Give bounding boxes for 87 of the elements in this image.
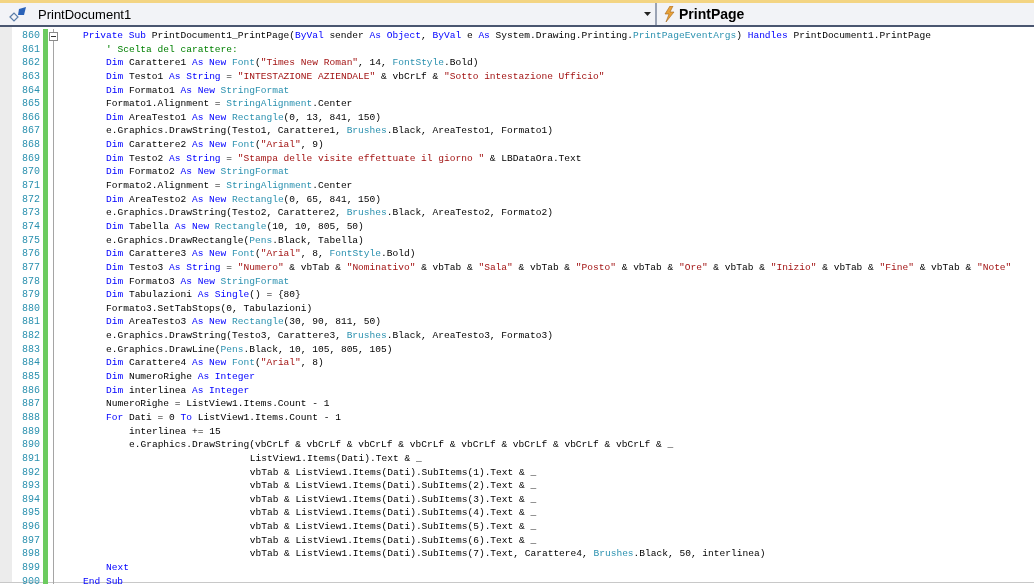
collapse-icon[interactable]: [49, 32, 58, 41]
line-number: 871: [21, 179, 41, 193]
code-line: vbTab & ListView1.Items(Dati).SubItems(3).Text & _: [249, 492, 537, 507]
line-number: 881: [21, 315, 41, 330]
code-line: Dim Formato1 As New StringFormat: [106, 83, 290, 98]
line-number: 897: [21, 533, 41, 548]
code-line: Dim interlinea As Integer: [106, 383, 250, 398]
code-line: e.Graphics.DrawString(Testo3, Carattere3, Brushes.Black, AreaTesto3, Formato3): [106, 329, 553, 343]
code-line: e.Graphics.DrawString(vbCrLf & vbCrLf & vbCrLf & vbCrLf & vbCrLf & vbCrLf & vbCrLf & vbCrLf & _: [129, 438, 674, 452]
code-line: vbTab & ListView1.Items(Dati).SubItems(5).Text & _: [249, 520, 537, 534]
line-number: 879: [21, 288, 41, 302]
code-line: Dim Formato3 As New StringFormat: [106, 274, 290, 289]
line-number: 900: [21, 574, 41, 584]
line-number: 866: [21, 110, 41, 125]
line-number: 885: [21, 370, 41, 384]
code-line: vbTab & ListView1.Items(Dati).SubItems(7).Text, Carattere4, Brushes.Black, 50, interlinea): [249, 547, 766, 561]
line-number: 872: [21, 192, 41, 207]
line-number: 875: [21, 233, 41, 248]
code-line: Dim Carattere4 As New Font("Arial", 8): [106, 356, 324, 370]
code-line: End Sub: [83, 574, 124, 584]
code-line: e.Graphics.DrawRectangle(Pens.Black, Tabella): [106, 233, 364, 248]
code-line: Dim AreaTesto2 As New Rectangle(0, 65, 841, 150): [106, 192, 381, 207]
code-line: Dim Tabella As New Rectangle(10, 10, 805, 50): [106, 219, 364, 234]
class-dropdown[interactable]: PrintDocument1: [0, 3, 657, 25]
line-number: 865: [21, 97, 41, 111]
code-line: Dim Testo3 As String = "Numero" & vbTab & "Nominativo" & vbTab & "Sala" & vbTab & "Posto" & vbTab & "Ore" & vbTab & "Inizio" & vbTab & "Fine" & vbTab & "Note": [106, 260, 1012, 275]
code-line: Dim Testo1 As String = "INTESTAZIONE AZIENDALE" & vbCrLf & "Sotto intestazione Ufficio": [106, 69, 605, 84]
code-line: ' Scelta del carattere:: [106, 42, 238, 57]
code-line: ListView1.Items(Dati).Text & _: [249, 451, 422, 466]
line-number: 893: [21, 479, 41, 493]
line-number: 898: [21, 547, 41, 561]
line-number: 878: [21, 274, 41, 289]
line-number: 860: [21, 29, 41, 43]
line-number: 883: [21, 342, 41, 357]
code-line: Next: [106, 561, 129, 575]
code-line: Private Sub PrintDocument1_PrintPage(ByVal sender As Object, ByVal e As System.Drawing.Printing.PrintPageEventArgs) Handles PrintDocument1.PrintPage: [83, 29, 931, 43]
code-line: interlinea += 15: [129, 424, 221, 439]
code-line: Dim Carattere1 As New Font("Times New Roman", 14, FontStyle.Bold): [106, 56, 479, 70]
line-number: 884: [21, 356, 41, 370]
line-number: 892: [21, 465, 41, 480]
line-number: 862: [21, 56, 41, 70]
line-number: 873: [21, 206, 41, 220]
line-number: 874: [21, 219, 41, 234]
code-line: Formato1.Alignment = StringAlignment.Center: [106, 97, 353, 111]
method-dropdown[interactable]: PrintPage: [657, 3, 1034, 25]
code-line: Dim NumeroRighe As Integer: [106, 370, 255, 384]
line-number: 863: [21, 69, 41, 84]
dropdown-arrow-icon: [644, 12, 651, 16]
code-line: e.Graphics.DrawString(Testo2, Carattere2, Brushes.Black, AreaTesto2, Formato2): [106, 206, 553, 220]
line-number: 899: [21, 561, 41, 575]
line-number: 887: [21, 397, 41, 411]
code-line: Dim Tabulazioni As Single() = {80}: [106, 288, 301, 302]
code-line: Formato2.Alignment = StringAlignment.Center: [106, 179, 353, 193]
line-number: 895: [21, 506, 41, 521]
code-line: Dim Carattere2 As New Font("Arial", 9): [106, 138, 324, 152]
line-number: 891: [21, 451, 41, 466]
line-number: 877: [21, 260, 41, 275]
code-line: e.Graphics.DrawString(Testo1, Carattere1, Brushes.Black, AreaTesto1, Formato1): [106, 124, 553, 139]
line-number: 867: [21, 124, 41, 139]
code-line: e.Graphics.DrawLine(Pens.Black, 10, 105, 805, 105): [106, 342, 393, 357]
code-line: NumeroRighe = ListView1.Items.Count - 1: [106, 397, 330, 411]
line-number: 886: [21, 383, 41, 398]
code-line: Dim AreaTesto3 As New Rectangle(30, 90, 811, 50): [106, 315, 381, 330]
code-line: For Dati = 0 To ListView1.Items.Count - 1: [106, 410, 341, 425]
lightning-icon: [663, 6, 675, 22]
line-number: 894: [21, 492, 41, 507]
line-number: 869: [21, 151, 41, 166]
line-number: 889: [21, 424, 41, 439]
code-line: vbTab & ListView1.Items(Dati).SubItems(2).Text & _: [249, 479, 537, 493]
line-number: 876: [21, 247, 41, 261]
line-number: 870: [21, 165, 41, 180]
code-line: vbTab & ListView1.Items(Dati).SubItems(4).Text & _: [249, 506, 537, 521]
line-number: 890: [21, 438, 41, 452]
line-number: 880: [21, 301, 41, 316]
code-line: Dim AreaTesto1 As New Rectangle(0, 13, 841, 150): [106, 110, 381, 125]
line-number: 896: [21, 520, 41, 534]
code-line: vbTab & ListView1.Items(Dati).SubItems(1).Text & _: [249, 465, 537, 480]
code-line: Dim Formato2 As New StringFormat: [106, 165, 290, 180]
code-line: Dim Carattere3 As New Font("Arial", 8, FontStyle.Bold): [106, 247, 416, 261]
code-line: Formato3.SetTabStops(0, Tabulazioni): [106, 301, 313, 316]
code-line: Dim Testo2 As String = "Stampa delle visite effettuate il giorno " & LBDataOra.Text: [106, 151, 582, 166]
line-number: 882: [21, 329, 41, 343]
line-number: 864: [21, 83, 41, 98]
line-number: 868: [21, 138, 41, 152]
line-number: 888: [21, 410, 41, 425]
code-line: vbTab & ListView1.Items(Dati).SubItems(6).Text & _: [249, 533, 537, 548]
line-number: 861: [21, 42, 41, 57]
